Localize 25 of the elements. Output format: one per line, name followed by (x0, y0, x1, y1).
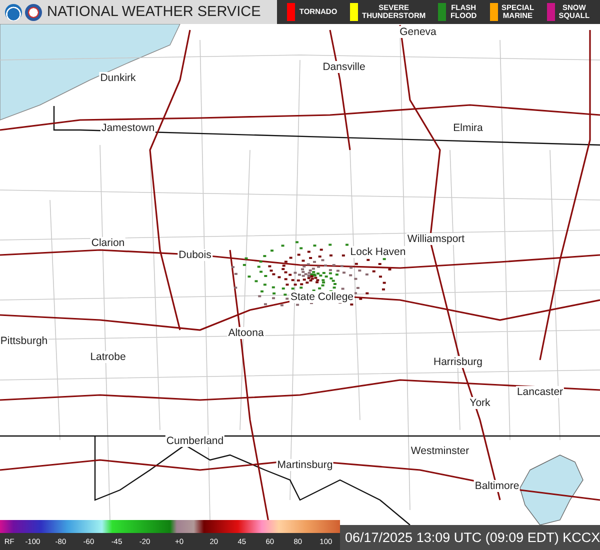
city-label: Elmira (452, 122, 484, 134)
nws-logo-icon (25, 4, 42, 20)
city-label: Martinsburg (276, 459, 334, 471)
city-label: Lancaster (516, 386, 564, 398)
city-label: Clarion (90, 237, 126, 249)
city-label: Geneva (398, 26, 438, 38)
city-label: Harrisburg (432, 356, 484, 368)
timestamp: 06/17/2025 13:09 UTC (09:09 EDT) KCCX (340, 525, 600, 550)
city-label: State College (289, 291, 355, 303)
city-label: Lock Haven (349, 246, 407, 258)
city-label: Williamsport (406, 233, 466, 245)
city-label: Latrobe (89, 351, 127, 363)
city-label: York (468, 397, 492, 409)
bay-water (520, 454, 584, 526)
city-label: Dunkirk (99, 72, 137, 84)
city-label: Baltimore (474, 480, 520, 492)
noaa-logo-icon (5, 4, 22, 20)
city-label: Dubois (178, 249, 212, 261)
city-label: Dansville (322, 61, 366, 73)
city-label: Pittsburgh (0, 335, 49, 347)
header-title: NATIONAL WEATHER SERVICE (47, 4, 261, 20)
city-label: Jamestown (100, 122, 156, 134)
city-label: Cumberland (165, 435, 225, 447)
city-label: Westminster (410, 445, 470, 457)
city-label: Altoona (227, 327, 265, 339)
